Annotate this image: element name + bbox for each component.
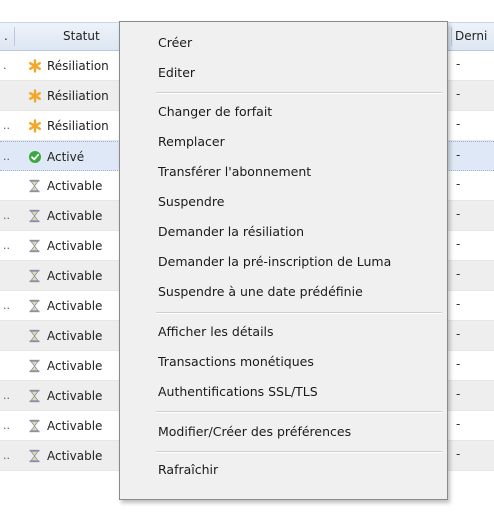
status-text: Activable <box>47 238 103 253</box>
status-cell: Activable <box>27 291 102 320</box>
status-text: Activé <box>47 149 85 164</box>
context-menu: Créer Editer Changer de forfait Remplace… <box>119 21 448 500</box>
last-cell: - <box>456 87 461 101</box>
last-cell: - <box>456 327 461 341</box>
row-leading-dots: .. <box>3 119 10 132</box>
menu-item-suspendre-date[interactable]: Suspendre à une date prédéfinie <box>158 282 363 302</box>
row-leading-dots: .. <box>3 150 10 163</box>
status-text: Activable <box>47 448 103 463</box>
menu-item-rafraichir[interactable]: Rafraîchir <box>158 460 218 480</box>
menu-separator <box>156 92 442 94</box>
menu-item-authentifications-ssl[interactable]: Authentifications SSL/TLS <box>158 382 318 402</box>
row-leading-dots: .. <box>3 239 10 252</box>
row-leading-dots: .. <box>3 299 10 312</box>
status-text: Résiliation <box>47 58 109 73</box>
menu-item-demander-resiliation[interactable]: Demander la résiliation <box>158 222 304 242</box>
hourglass-icon <box>27 298 42 313</box>
status-text: Résiliation <box>47 118 109 133</box>
last-cell: - <box>456 57 461 71</box>
hourglass-icon <box>27 448 42 463</box>
last-cell: - <box>456 267 461 281</box>
status-text: Activable <box>47 388 103 403</box>
hourglass-icon <box>27 358 42 373</box>
check-circle-icon <box>27 149 42 164</box>
status-cell: Résiliation <box>27 111 109 140</box>
menu-separator <box>156 451 442 453</box>
row-leading-dots: .. <box>3 419 10 432</box>
last-cell: - <box>456 148 461 162</box>
status-cell: Activable <box>27 231 102 260</box>
menu-item-suspendre[interactable]: Suspendre <box>158 192 224 212</box>
hourglass-icon <box>27 238 42 253</box>
last-cell: - <box>456 177 461 191</box>
status-cell: Activable <box>27 351 102 380</box>
asterisk-icon <box>27 58 42 73</box>
status-cell: Activable <box>27 201 102 230</box>
hourglass-icon <box>27 418 42 433</box>
status-text: Activable <box>47 178 103 193</box>
menu-item-modifier-preferences[interactable]: Modifier/Créer des préférences <box>158 422 351 442</box>
status-cell: Activable <box>27 321 102 350</box>
status-text: Activable <box>47 298 103 313</box>
menu-item-creer[interactable]: Créer <box>158 33 192 53</box>
last-cell: - <box>456 237 461 251</box>
column-divider[interactable] <box>14 27 15 46</box>
menu-item-transactions-monetiques[interactable]: Transactions monétiques <box>158 352 314 372</box>
last-cell: - <box>456 117 461 131</box>
hourglass-icon <box>27 268 42 283</box>
asterisk-icon <box>27 118 42 133</box>
last-cell: - <box>456 357 461 371</box>
status-cell: Activable <box>27 261 102 290</box>
menu-item-preinscription-luma[interactable]: Demander la pré-inscription de Luma <box>158 252 391 272</box>
hourglass-icon <box>27 178 42 193</box>
row-leading-dots: .. <box>3 449 10 462</box>
hourglass-icon <box>27 208 42 223</box>
hourglass-icon <box>27 388 42 403</box>
status-text: Activable <box>47 358 103 373</box>
status-text: Activable <box>47 208 103 223</box>
menu-item-afficher-details[interactable]: Afficher les détails <box>158 322 274 342</box>
column-header-dernier[interactable]: Derni <box>455 23 487 50</box>
menu-item-remplacer[interactable]: Remplacer <box>158 132 225 152</box>
row-leading-dots: . <box>3 59 7 72</box>
status-text: Activable <box>47 268 103 283</box>
last-cell: - <box>456 297 461 311</box>
status-cell: Activable <box>27 381 102 410</box>
status-cell: Activable <box>27 441 102 470</box>
menu-item-editer[interactable]: Editer <box>158 63 195 83</box>
row-leading-dots: .. <box>3 389 10 402</box>
status-cell: Résiliation <box>27 51 109 80</box>
asterisk-icon <box>27 88 42 103</box>
menu-separator <box>156 411 442 413</box>
last-cell: - <box>456 207 461 221</box>
menu-separator <box>156 312 442 314</box>
status-text: Activable <box>47 328 103 343</box>
row-leading-dots: .. <box>3 209 10 222</box>
column-divider[interactable] <box>451 27 452 46</box>
status-cell: Activable <box>27 411 102 440</box>
menu-item-transferer-abonnement[interactable]: Transférer l'abonnement <box>158 162 311 182</box>
last-cell: - <box>456 417 461 431</box>
last-cell: - <box>456 387 461 401</box>
status-text: Activable <box>47 418 103 433</box>
menu-item-changer-forfait[interactable]: Changer de forfait <box>158 102 272 122</box>
top-strip <box>0 0 494 22</box>
last-cell: - <box>456 447 461 461</box>
status-text: Résiliation <box>47 88 109 103</box>
hourglass-icon <box>27 328 42 343</box>
column-header-left[interactable]: . <box>4 23 8 50</box>
column-header-statut[interactable]: Statut <box>63 23 100 50</box>
status-cell: Résiliation <box>27 81 109 110</box>
status-cell: Activé <box>27 142 84 171</box>
status-cell: Activable <box>27 171 102 200</box>
